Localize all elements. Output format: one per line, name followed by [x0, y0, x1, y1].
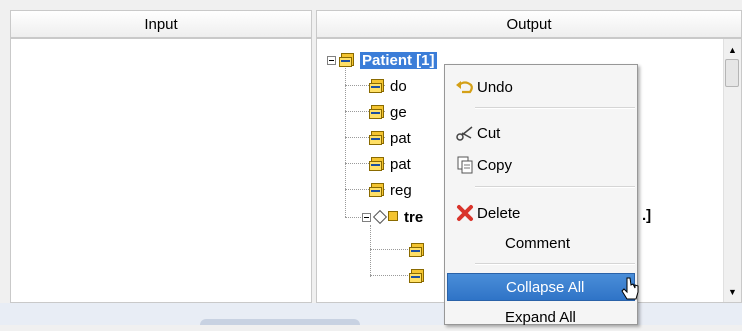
- delete-icon: [455, 203, 475, 223]
- element-icon: [388, 210, 400, 225]
- element-icon: [369, 130, 386, 146]
- tree-line: [370, 249, 410, 250]
- collapse-toggle-icon[interactable]: [327, 55, 336, 65]
- menu-item-expand-all[interactable]: Expand All: [447, 303, 635, 331]
- tree-node[interactable]: pat: [369, 151, 411, 177]
- element-icon: [369, 78, 386, 94]
- menu-separator: [475, 107, 635, 109]
- tree-node-label: pat: [390, 155, 411, 173]
- element-icon: [369, 182, 386, 198]
- menu-item-comment[interactable]: Comment: [447, 229, 635, 257]
- menu-item-cut[interactable]: Cut: [447, 119, 635, 147]
- scrollbar-thumb[interactable]: [725, 59, 739, 87]
- tree-node-label: reg: [390, 181, 412, 199]
- menu-item-label: Cut: [477, 124, 501, 142]
- menu-separator: [475, 186, 635, 188]
- menu-item-undo[interactable]: Undo: [447, 73, 635, 101]
- menu-item-collapse-all[interactable]: Collapse All: [447, 273, 635, 301]
- tree-node[interactable]: ge: [369, 99, 407, 125]
- tree-node-label: ge: [390, 103, 407, 121]
- element-icon: [409, 242, 426, 258]
- tree-node[interactable]: [409, 263, 430, 289]
- tree-node[interactable]: [409, 237, 430, 263]
- tree-node-label: pat: [390, 129, 411, 147]
- input-panel-header[interactable]: Input: [10, 10, 312, 38]
- output-panel-title: Output: [506, 16, 552, 33]
- menu-item-label: Comment: [505, 234, 571, 252]
- scissors-icon: [455, 123, 475, 143]
- menu-item-delete[interactable]: Delete: [447, 199, 635, 227]
- input-panel[interactable]: [10, 38, 312, 303]
- tree-line: [370, 225, 371, 277]
- element-icon: [369, 104, 386, 120]
- tree-node-root[interactable]: Patient [1]: [327, 47, 437, 73]
- tree-node-suffix: .]: [642, 207, 652, 224]
- menu-item-copy[interactable]: Copy: [447, 151, 635, 179]
- tree-node-label: do: [390, 77, 407, 95]
- scroll-up-icon[interactable]: ▲: [724, 41, 741, 58]
- mouse-pointer-icon: [621, 277, 639, 300]
- tree-line: [345, 59, 346, 217]
- menu-item-label: Collapse All: [506, 278, 585, 296]
- tree-node[interactable]: reg: [369, 177, 412, 203]
- scroll-down-icon[interactable]: ▼: [724, 283, 741, 300]
- choice-diamond-icon: [372, 209, 388, 225]
- output-panel-header[interactable]: Output: [316, 10, 742, 38]
- menu-separator: [475, 263, 635, 265]
- bottom-tab[interactable]: [200, 319, 360, 325]
- tree-node-label: tre: [404, 208, 424, 226]
- element-icon: [409, 268, 426, 284]
- element-icon: [369, 156, 386, 172]
- context-menu: Undo Cut Copy Delete Comment Collapse Al…: [444, 64, 638, 326]
- collapse-toggle-icon[interactable]: [362, 212, 371, 222]
- menu-item-label: Delete: [477, 204, 521, 222]
- menu-item-label: Copy: [477, 156, 513, 174]
- menu-item-label: Undo: [477, 78, 513, 96]
- vertical-scrollbar[interactable]: ▲ ▼: [723, 39, 741, 302]
- tree-node[interactable]: do: [369, 73, 407, 99]
- tree-node-label[interactable]: Patient [1]: [360, 51, 437, 69]
- undo-icon: [455, 77, 475, 97]
- input-panel-title: Input: [144, 16, 178, 33]
- copy-icon: [455, 155, 475, 175]
- tree-node-group[interactable]: tre: [362, 204, 423, 230]
- tree-node[interactable]: pat: [369, 125, 411, 151]
- menu-item-label: Expand All: [505, 308, 576, 326]
- element-icon: [339, 52, 356, 68]
- tree-line: [370, 275, 410, 276]
